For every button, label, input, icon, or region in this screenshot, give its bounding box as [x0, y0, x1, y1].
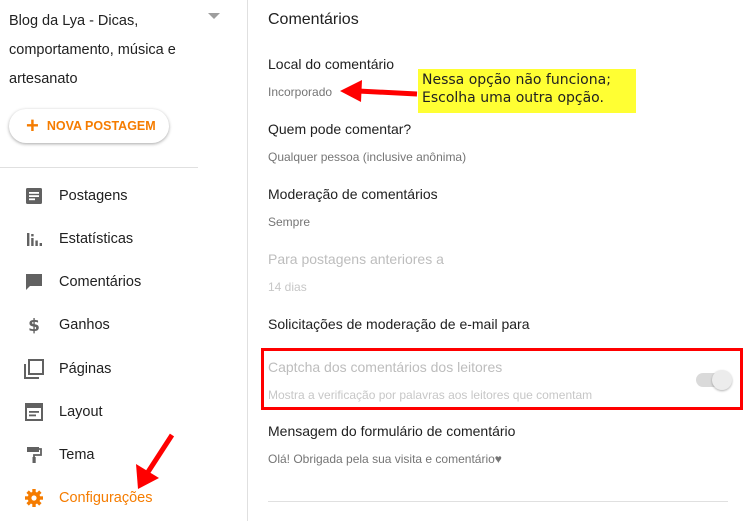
annotation-line-1: Nessa opção não funciona;: [422, 72, 611, 88]
svg-text:$: $: [28, 316, 40, 335]
posts-icon: [24, 186, 44, 206]
setting-comment-form-message[interactable]: Mensagem do formulário de comentário Olá…: [268, 423, 515, 466]
sidebar-item-comentarios[interactable]: Comentários: [0, 262, 246, 302]
sidebar-item-tema[interactable]: Tema: [0, 435, 246, 475]
stats-icon: [24, 229, 44, 249]
setting-value: Qualquer pessoa (inclusive anônima): [268, 150, 467, 164]
section-title: Comentários: [268, 11, 359, 28]
dollar-icon: $: [24, 315, 44, 335]
annotation-line-2: Escolha uma outra opção.: [422, 90, 604, 106]
pages-icon: [24, 359, 44, 379]
layout-icon: [24, 402, 44, 422]
setting-older-posts: Para postagens anteriores a 14 dias: [268, 251, 444, 294]
sidebar-item-configuracoes[interactable]: Configurações: [0, 478, 246, 518]
setting-label: Solicitações de moderação de e-mail para: [268, 316, 530, 332]
setting-value: 14 dias: [268, 280, 307, 294]
setting-who-can-comment[interactable]: Quem pode comentar? Qualquer pessoa (inc…: [268, 121, 466, 164]
setting-value: Olá! Obrigada pela sua visita e comentár…: [268, 452, 502, 466]
setting-value: Sempre: [268, 215, 311, 229]
blog-dropdown-icon[interactable]: [208, 13, 220, 19]
sidebar-item-label: Layout: [59, 404, 103, 420]
sidebar-item-estatisticas[interactable]: Estatísticas: [0, 219, 246, 259]
setting-label: Mensagem do formulário de comentário: [268, 423, 516, 439]
sidebar-divider: [0, 167, 198, 168]
setting-label: Moderação de comentários: [268, 186, 438, 202]
setting-value: Incorporado: [268, 85, 333, 99]
annotation-note: Nessa opção não funciona; Escolha uma ou…: [418, 69, 636, 113]
sidebar-item-label: Configurações: [59, 490, 153, 506]
blog-title[interactable]: Blog da Lya - Dicas, comportamento, músi…: [9, 7, 199, 94]
setting-label: Para postagens anteriores a: [268, 251, 444, 267]
sidebar-item-label: Estatísticas: [59, 231, 134, 247]
section-divider: [268, 501, 728, 502]
setting-moderation-email[interactable]: Solicitações de moderação de e-mail para: [268, 316, 529, 332]
setting-comment-moderation[interactable]: Moderação de comentários Sempre: [268, 186, 438, 229]
setting-label: Local do comentário: [268, 56, 395, 72]
gear-icon: [24, 488, 44, 508]
sidebar-item-postagens[interactable]: Postagens: [0, 176, 246, 216]
sidebar-item-label: Tema: [59, 447, 95, 463]
sidebar-item-label: Páginas: [59, 361, 112, 377]
sidebar-item-layout[interactable]: Layout: [0, 392, 246, 432]
sidebar-item-ganhos[interactable]: $ Ganhos: [0, 305, 246, 345]
sidebar-item-label: Comentários: [59, 274, 142, 290]
comments-icon: [24, 272, 44, 292]
new-post-label: NOVA POSTAGEM: [46, 119, 156, 133]
plus-icon: +: [26, 113, 39, 138]
highlight-box: [261, 348, 743, 410]
sidebar-item-label: Ganhos: [59, 317, 110, 333]
sidebar-item-label: Postagens: [59, 188, 128, 204]
sidebar-item-paginas[interactable]: Páginas: [0, 349, 246, 389]
setting-label: Quem pode comentar?: [268, 121, 412, 137]
new-post-button[interactable]: + NOVA POSTAGEM: [9, 109, 169, 143]
sidebar: Blog da Lya - Dicas, comportamento, músi…: [0, 0, 248, 521]
paint-roller-icon: [24, 445, 44, 465]
setting-comment-location[interactable]: Local do comentário Incorporado: [268, 56, 394, 99]
